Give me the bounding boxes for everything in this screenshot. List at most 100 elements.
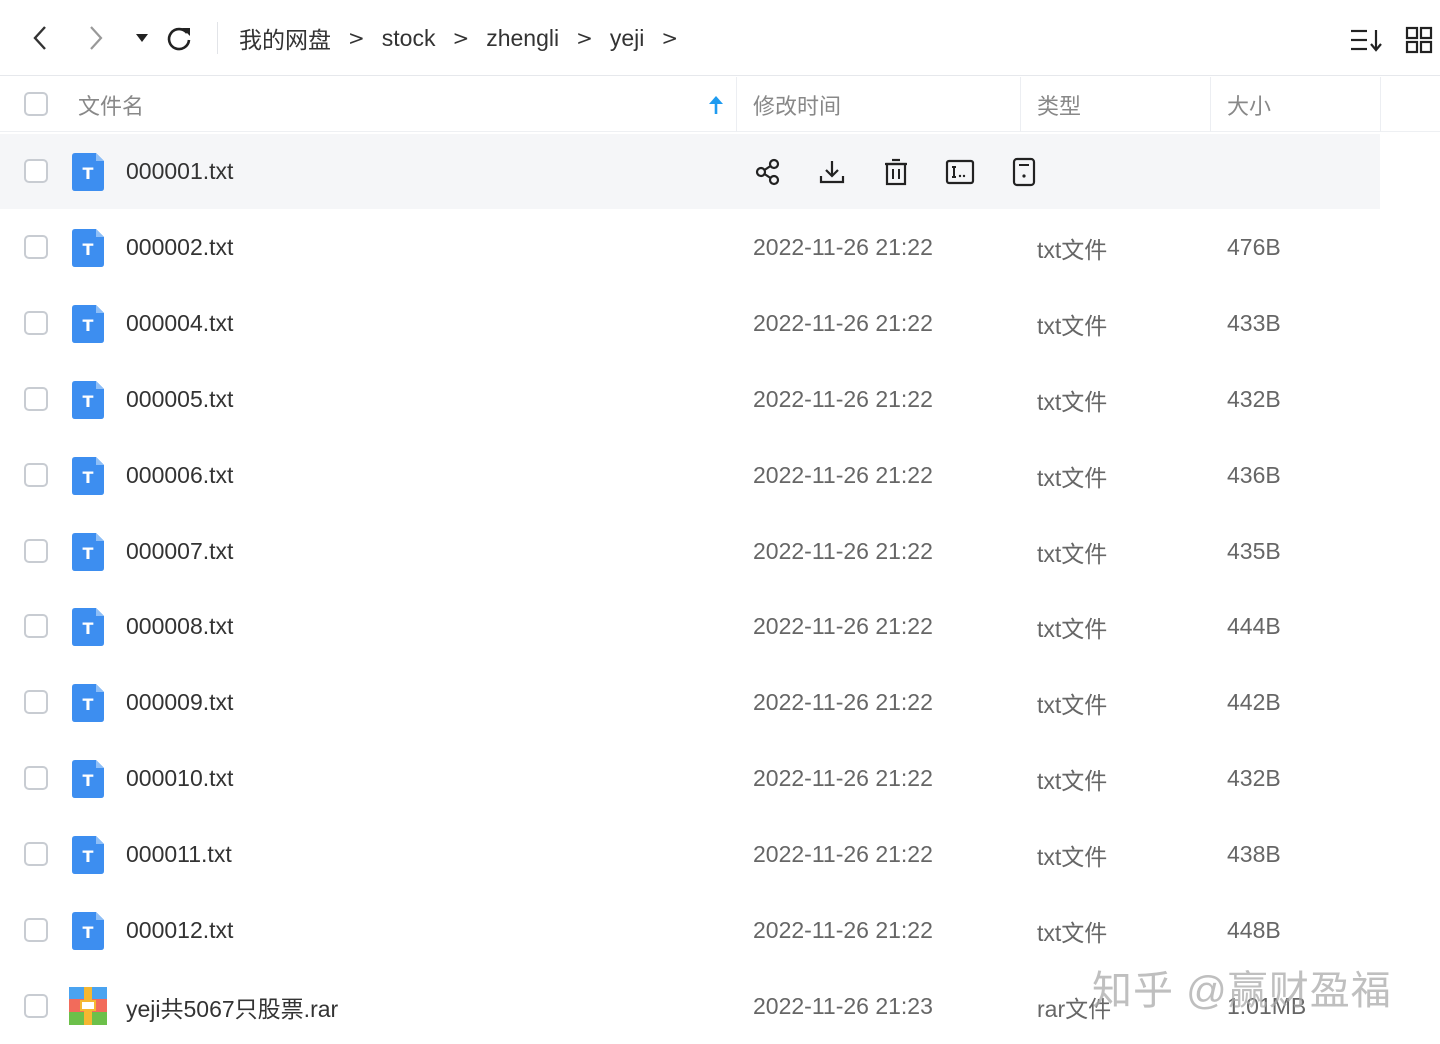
file-type: txt文件 bbox=[1037, 767, 1108, 794]
breadcrumb-separator: > bbox=[661, 26, 679, 50]
grid-view-button[interactable] bbox=[1401, 22, 1437, 58]
download-icon bbox=[819, 160, 845, 183]
header-modified[interactable]: 修改时间 bbox=[753, 77, 841, 132]
breadcrumb-item-yeji[interactable]: yeji bbox=[610, 25, 645, 52]
row-checkbox[interactable] bbox=[24, 387, 48, 411]
svg-text:T: T bbox=[83, 695, 94, 714]
breadcrumb-item-zhengli[interactable]: zhengli bbox=[486, 25, 559, 52]
toolbar-divider bbox=[217, 22, 218, 54]
download-button[interactable] bbox=[814, 154, 850, 190]
file-size: 432B bbox=[1227, 386, 1281, 412]
rename-button[interactable] bbox=[942, 154, 978, 190]
column-divider[interactable] bbox=[1020, 77, 1021, 132]
back-button[interactable] bbox=[24, 22, 56, 54]
file-type: txt文件 bbox=[1037, 615, 1108, 642]
row-checkbox[interactable] bbox=[24, 766, 48, 790]
txt-file-icon: T bbox=[72, 305, 104, 343]
file-name[interactable]: 000004.txt bbox=[126, 286, 233, 361]
file-name[interactable]: 000001.txt bbox=[126, 134, 233, 209]
breadcrumb-item-stock[interactable]: stock bbox=[382, 25, 436, 52]
table-row[interactable]: T 000008.txt 2022-11-26 21:22 txt文件 444B bbox=[0, 589, 1380, 664]
column-divider[interactable] bbox=[1210, 77, 1211, 132]
row-checkbox[interactable] bbox=[24, 159, 48, 183]
table-row[interactable]: T 000009.txt 2022-11-26 21:22 txt文件 442B bbox=[0, 665, 1380, 740]
file-type: txt文件 bbox=[1037, 236, 1108, 263]
row-checkbox[interactable] bbox=[24, 463, 48, 487]
row-checkbox[interactable] bbox=[24, 614, 48, 638]
file-name[interactable]: 000010.txt bbox=[126, 741, 233, 816]
file-modified: 2022-11-26 21:22 bbox=[753, 234, 933, 260]
more-button[interactable] bbox=[1006, 154, 1042, 190]
file-type: txt文件 bbox=[1037, 843, 1108, 870]
header-type[interactable]: 类型 bbox=[1037, 77, 1081, 132]
row-checkbox[interactable] bbox=[24, 994, 48, 1018]
toolbar: 我的网盘 > stock > zhengli > yeji > bbox=[0, 0, 1440, 76]
file-name[interactable]: 000005.txt bbox=[126, 362, 233, 437]
file-modified: 2022-11-26 21:23 bbox=[753, 993, 933, 1019]
file-name[interactable]: 000007.txt bbox=[126, 514, 233, 589]
caret-down-icon bbox=[136, 34, 148, 42]
table-row[interactable]: T 000001.txt bbox=[0, 134, 1380, 209]
row-checkbox[interactable] bbox=[24, 690, 48, 714]
breadcrumb-separator: > bbox=[452, 26, 470, 50]
txt-file-icon: T bbox=[72, 760, 104, 798]
file-name[interactable]: 000009.txt bbox=[126, 665, 233, 740]
txt-file-icon: T bbox=[72, 153, 104, 191]
table-row[interactable]: T 000007.txt 2022-11-26 21:22 txt文件 435B bbox=[0, 514, 1380, 589]
svg-text:T: T bbox=[83, 619, 94, 638]
select-all-checkbox[interactable] bbox=[24, 92, 48, 116]
row-checkbox[interactable] bbox=[24, 311, 48, 335]
header-name[interactable]: 文件名 bbox=[78, 77, 144, 132]
file-modified: 2022-11-26 21:22 bbox=[753, 765, 933, 791]
file-modified: 2022-11-26 21:22 bbox=[753, 689, 933, 715]
file-name[interactable]: yeji共5067只股票.rar bbox=[126, 969, 338, 1044]
svg-text:T: T bbox=[83, 544, 94, 563]
txt-file-icon: T bbox=[72, 457, 104, 495]
table-header: 文件名 修改时间 类型 大小 bbox=[0, 77, 1440, 132]
row-checkbox[interactable] bbox=[24, 539, 48, 563]
file-name[interactable]: 000002.txt bbox=[126, 210, 233, 285]
sort-asc-indicator[interactable] bbox=[706, 77, 726, 132]
file-name[interactable]: 000012.txt bbox=[126, 893, 233, 968]
txt-file-icon: T bbox=[72, 836, 104, 874]
forward-button[interactable] bbox=[80, 22, 112, 54]
column-divider[interactable] bbox=[1380, 77, 1381, 132]
history-dropdown[interactable] bbox=[126, 22, 158, 54]
table-row[interactable]: T 000002.txt 2022-11-26 21:22 txt文件 476B bbox=[0, 210, 1380, 285]
chevron-left-icon bbox=[33, 26, 46, 50]
file-modified: 2022-11-26 21:22 bbox=[753, 310, 933, 336]
table-row[interactable]: T 000012.txt 2022-11-26 21:22 txt文件 448B bbox=[0, 893, 1380, 968]
file-name[interactable]: 000006.txt bbox=[126, 438, 233, 513]
txt-file-icon: T bbox=[72, 229, 104, 267]
file-size: 442B bbox=[1227, 689, 1281, 715]
file-name[interactable]: 000011.txt bbox=[126, 817, 232, 892]
txt-file-icon: T bbox=[72, 381, 104, 419]
breadcrumb-item-root[interactable]: 我的网盘 bbox=[239, 21, 331, 55]
header-size[interactable]: 大小 bbox=[1227, 77, 1271, 132]
file-modified: 2022-11-26 21:22 bbox=[753, 462, 933, 488]
table-row[interactable]: T 000006.txt 2022-11-26 21:22 txt文件 436B bbox=[0, 438, 1380, 513]
file-size: 448B bbox=[1227, 917, 1281, 943]
table-row[interactable]: T 000005.txt 2022-11-26 21:22 txt文件 432B bbox=[0, 362, 1380, 437]
breadcrumb-separator: > bbox=[576, 26, 593, 50]
breadcrumb-separator: > bbox=[348, 26, 365, 50]
table-row[interactable]: T 000004.txt 2022-11-26 21:22 txt文件 433B bbox=[0, 286, 1380, 361]
txt-file-icon: T bbox=[72, 608, 104, 646]
file-type: txt文件 bbox=[1037, 388, 1108, 415]
file-modified: 2022-11-26 21:22 bbox=[753, 917, 933, 943]
share-button[interactable] bbox=[750, 154, 786, 190]
table-row[interactable]: T 000010.txt 2022-11-26 21:22 txt文件 432B bbox=[0, 741, 1380, 816]
delete-button[interactable] bbox=[878, 154, 914, 190]
svg-text:T: T bbox=[83, 771, 94, 790]
sort-button[interactable] bbox=[1348, 22, 1384, 58]
column-divider[interactable] bbox=[736, 77, 737, 132]
svg-text:T: T bbox=[83, 847, 94, 866]
file-name[interactable]: 000008.txt bbox=[126, 589, 233, 664]
row-checkbox[interactable] bbox=[24, 235, 48, 259]
row-checkbox[interactable] bbox=[24, 918, 48, 942]
refresh-button[interactable] bbox=[163, 22, 195, 54]
table-row[interactable]: T 000011.txt 2022-11-26 21:22 txt文件 438B bbox=[0, 817, 1380, 892]
svg-text:T: T bbox=[83, 468, 94, 487]
file-size: 436B bbox=[1227, 462, 1281, 488]
row-checkbox[interactable] bbox=[24, 842, 48, 866]
